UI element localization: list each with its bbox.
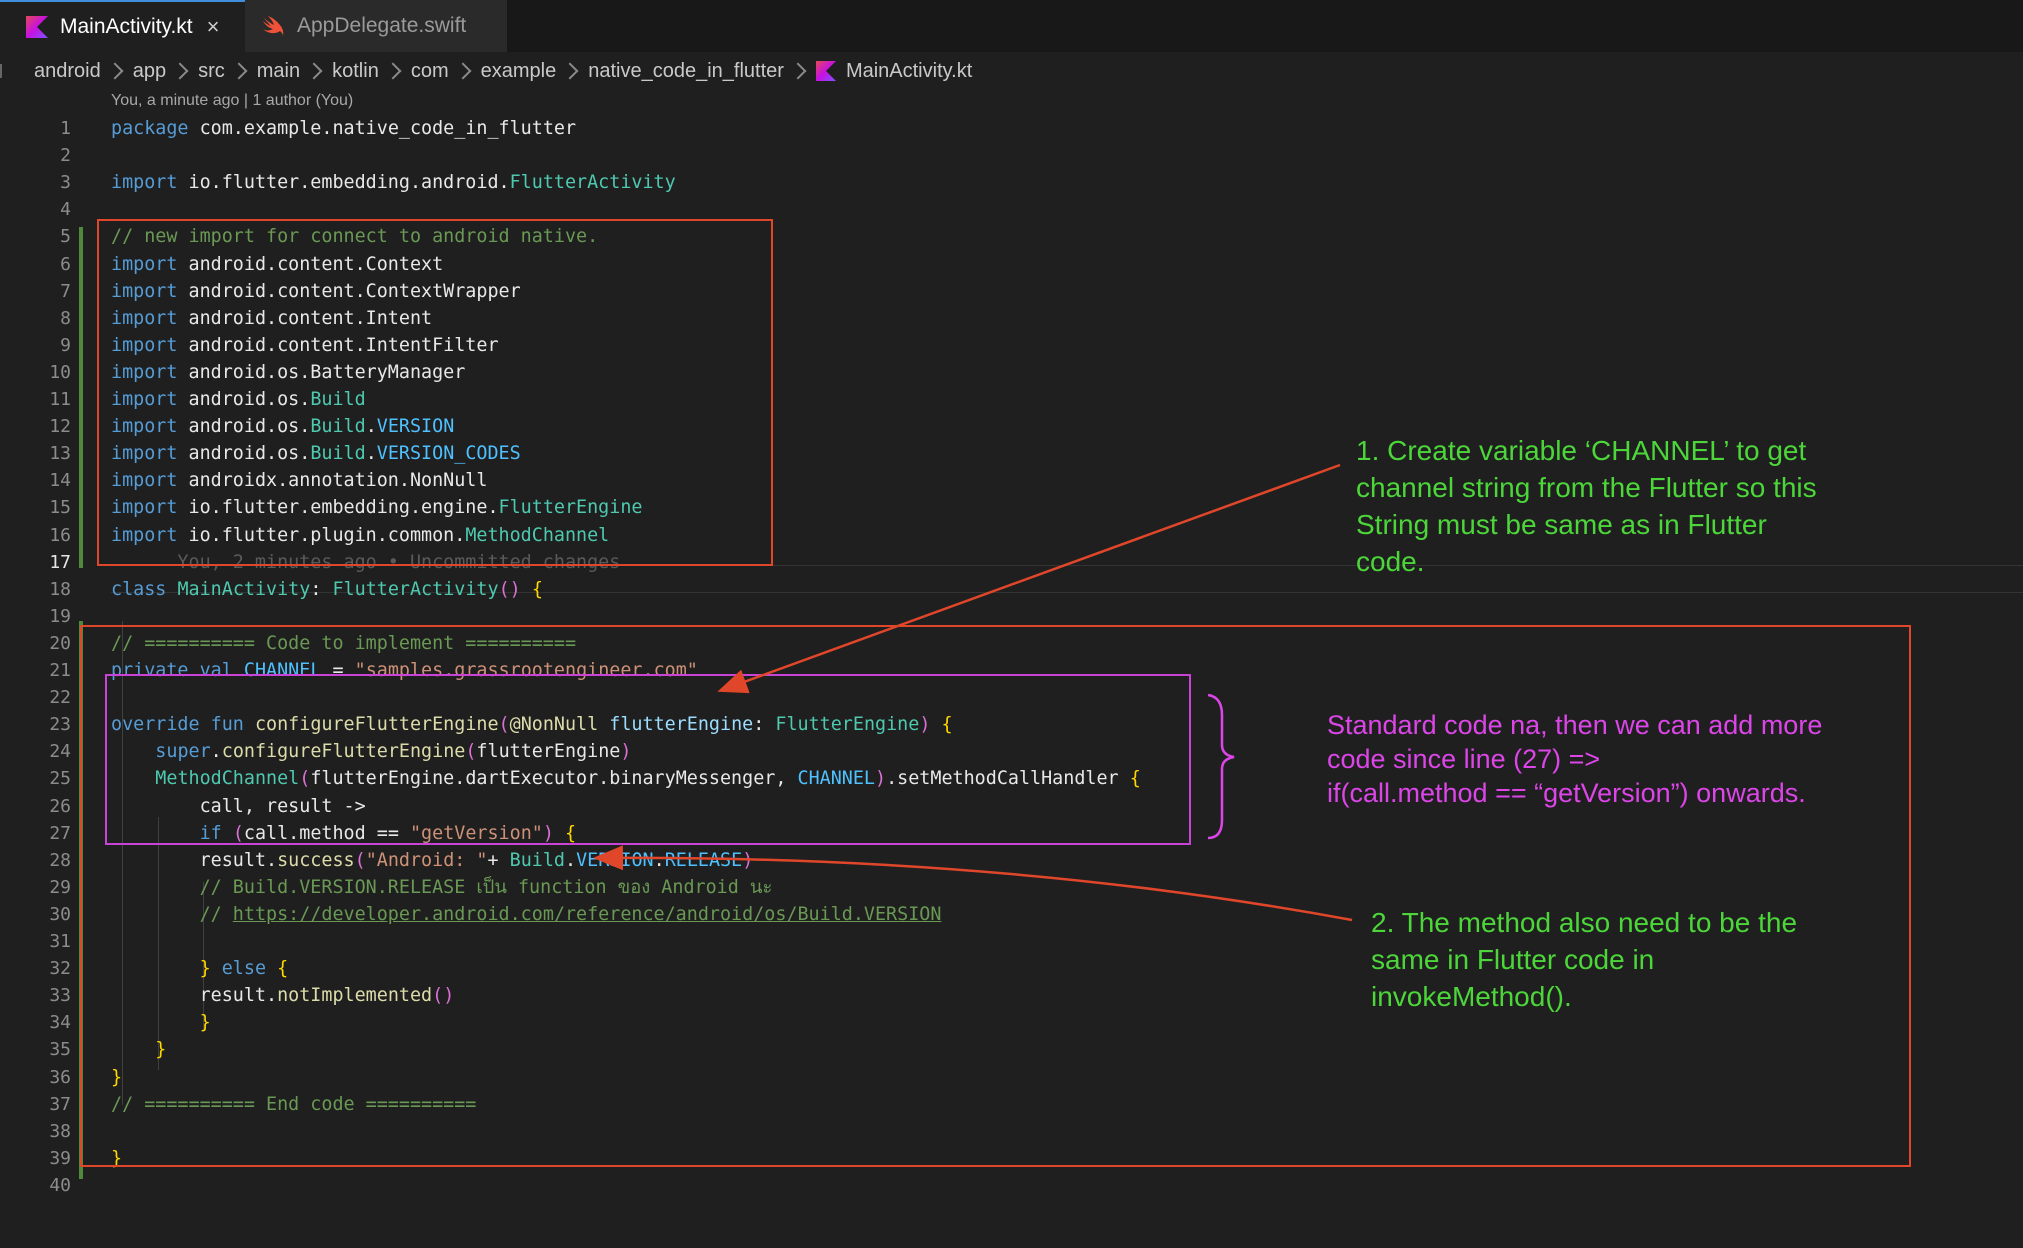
annotation-line: invokeMethod(). [1371,981,1572,1012]
annotation-line: same in Flutter code in [1371,944,1655,975]
annotation-note-standard: Standard code na, then we can add more c… [1327,708,1822,810]
annotation-line: code since line (27) => [1327,744,1601,774]
curly-brace-icon [1207,693,1235,840]
annotation-line: if(call.method == “getVersion”) onwards. [1327,778,1806,808]
annotation-line: Standard code na, then we can add more [1327,710,1823,740]
annotation-line: 2. The method also need to be the [1371,907,1798,938]
annotation-line: 1. Create variable ‘CHANNEL’ to get [1356,435,1807,466]
annotation-line: code. [1356,546,1425,577]
annotation-note-2: 2. The method also need to be the same i… [1371,904,1797,1015]
annotation-note-1: 1. Create variable ‘CHANNEL’ to get chan… [1356,432,1817,580]
annotation-overlay [593,463,1353,922]
arrow-to-getversion [593,845,1353,922]
annotation-line: channel string from the Flutter so this [1356,472,1817,503]
annotation-line: String must be same as in Flutter [1356,509,1767,540]
arrow-to-channel [717,463,1341,694]
